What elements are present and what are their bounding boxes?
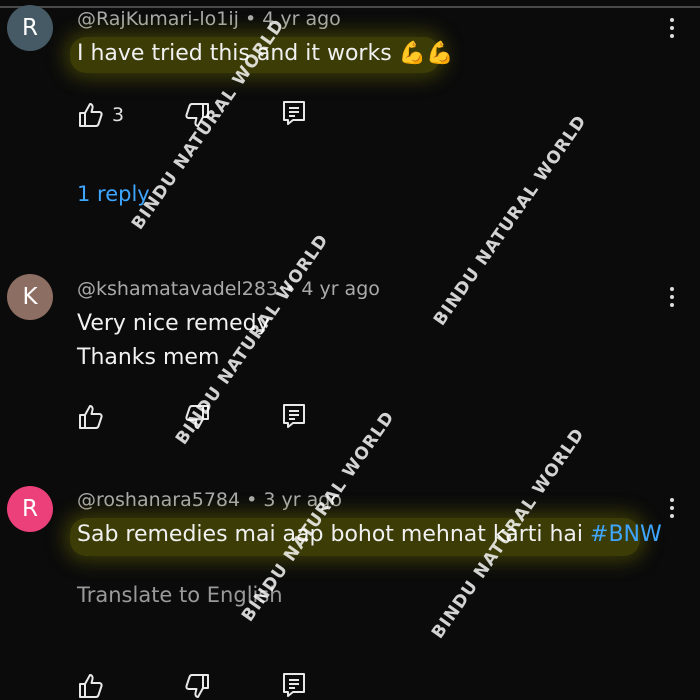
comment-text-line-1: Very nice remedy (77, 311, 270, 336)
like-count: 3 (112, 104, 125, 126)
avatar-letter: K (22, 284, 38, 310)
reply-comment-icon[interactable] (280, 99, 308, 127)
timestamp: 4 yr ago (262, 8, 341, 30)
watermark: BINDU NATURAL WORLD (430, 111, 591, 330)
timestamp: 3 yr ago (263, 489, 342, 511)
meta-separator: • (246, 489, 258, 511)
comment-text-main: Sab remedies mai aap bohot mehnat karti … (77, 522, 591, 547)
comment-meta: @kshamatavadel283 • 4 yr ago (77, 278, 380, 300)
thumbs-down-icon[interactable] (183, 101, 211, 129)
view-replies-link[interactable]: 1 reply (77, 182, 150, 206)
comment-text: I have tried this and it works 💪💪 (77, 41, 454, 66)
meta-separator: • (284, 278, 296, 300)
more-options-icon[interactable] (660, 494, 684, 524)
thumbs-down-icon[interactable] (183, 672, 211, 700)
thumbs-up-icon[interactable] (77, 672, 105, 700)
avatar[interactable]: R (7, 5, 53, 51)
author-name[interactable]: @kshamatavadel283 (77, 278, 278, 300)
thumbs-up-icon[interactable] (77, 101, 105, 129)
timestamp: 4 yr ago (301, 278, 380, 300)
comment-text: Sab remedies mai aap bohot mehnat karti … (77, 522, 662, 547)
avatar[interactable]: R (7, 486, 53, 532)
author-name[interactable]: @roshanara5784 (77, 489, 240, 511)
comment-meta: @RajKumari-lo1ij • 4 yr ago (77, 8, 341, 30)
hashtag-link[interactable]: #BNW (590, 522, 662, 547)
comment-meta: @roshanara5784 • 3 yr ago (77, 489, 342, 511)
thumbs-up-icon[interactable] (77, 403, 105, 431)
reply-comment-icon[interactable] (280, 671, 308, 699)
thumbs-down-icon[interactable] (183, 403, 211, 431)
avatar-letter: R (22, 15, 38, 41)
reply-comment-icon[interactable] (280, 402, 308, 430)
more-options-icon[interactable] (660, 283, 684, 313)
avatar[interactable]: K (7, 274, 53, 320)
avatar-letter: R (22, 496, 38, 522)
translate-link[interactable]: Translate to English (77, 583, 283, 607)
author-name[interactable]: @RajKumari-lo1ij (77, 8, 239, 30)
more-options-icon[interactable] (660, 14, 684, 44)
meta-separator: • (244, 8, 257, 30)
comment-text-line-2: Thanks mem (77, 345, 220, 370)
